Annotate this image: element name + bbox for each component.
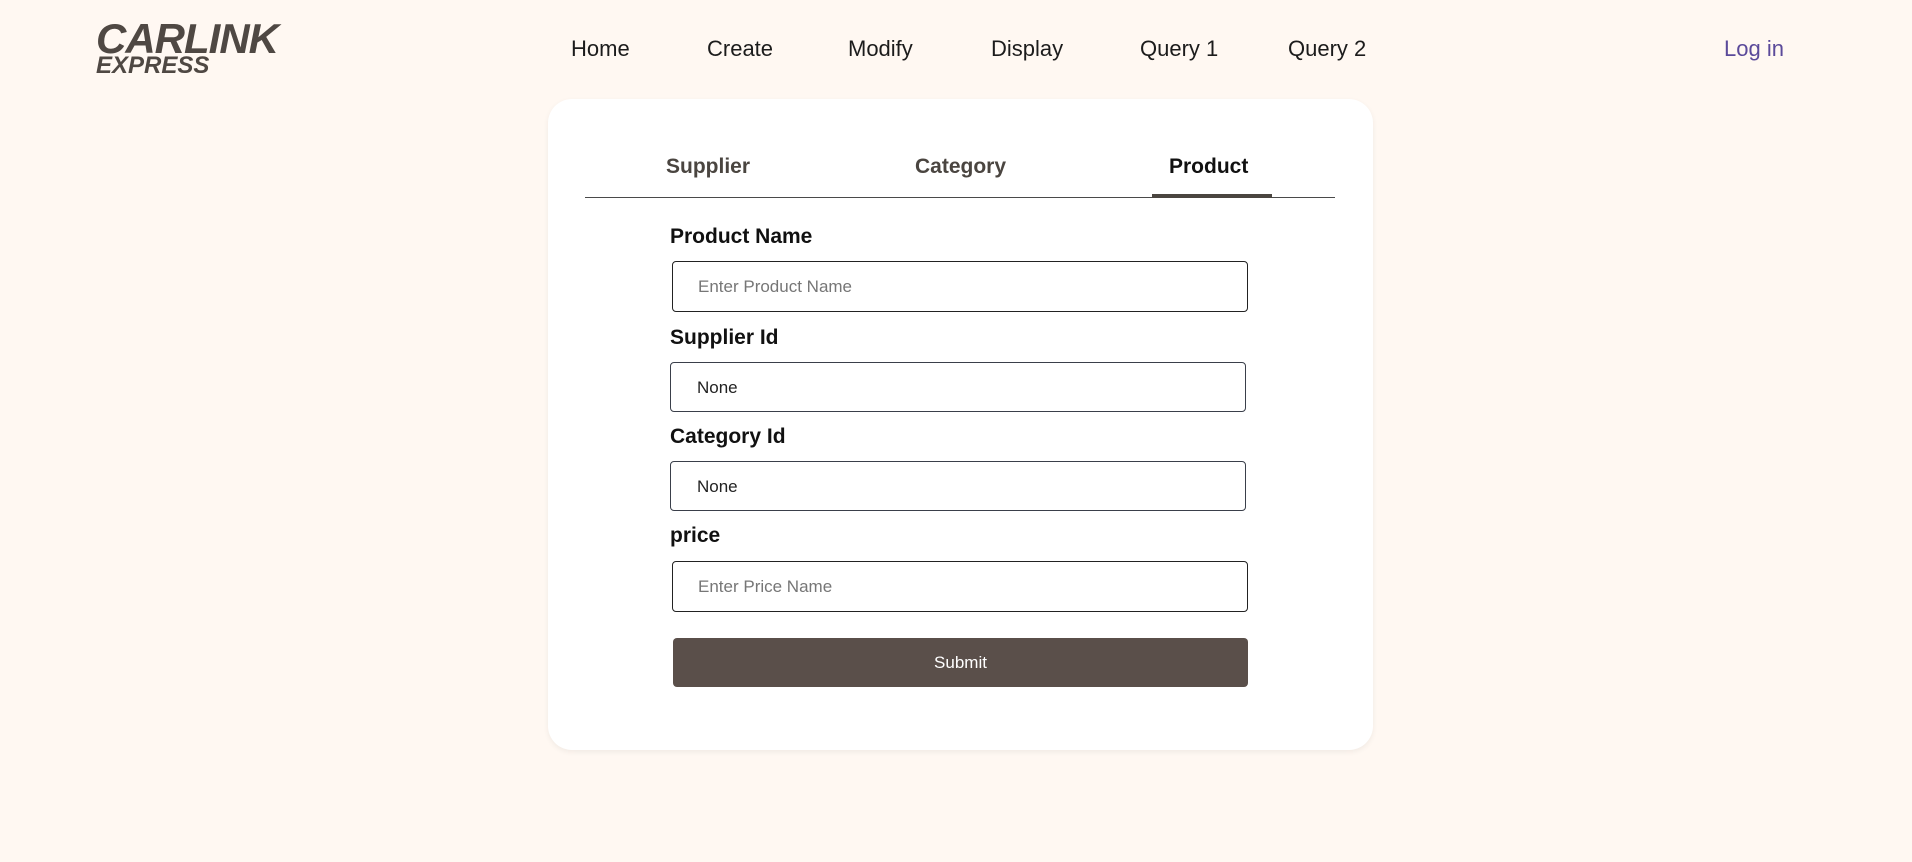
tab-bar: Supplier Category Product (585, 137, 1335, 198)
active-tab-indicator (1152, 194, 1272, 198)
tab-product[interactable]: Product (1169, 155, 1248, 179)
nav-query-2[interactable]: Query 2 (1288, 36, 1366, 62)
supplier-id-select[interactable]: None (670, 362, 1246, 412)
nav-home[interactable]: Home (571, 36, 630, 62)
submit-button[interactable]: Submit (673, 638, 1248, 687)
login-link[interactable]: Log in (1724, 36, 1784, 62)
header: CARLINK EXPRESS Home Create Modify Displ… (0, 0, 1912, 100)
supplier-id-label: Supplier Id (670, 326, 779, 349)
category-id-label: Category Id (670, 425, 786, 448)
category-id-selected-value: None (697, 477, 738, 496)
form-card: Supplier Category Product Product Name S… (548, 99, 1373, 750)
product-name-input[interactable] (672, 261, 1248, 312)
product-name-label: Product Name (670, 225, 813, 248)
nav-query-1[interactable]: Query 1 (1140, 36, 1218, 62)
tab-supplier[interactable]: Supplier (666, 155, 750, 179)
nav-create[interactable]: Create (707, 36, 773, 62)
tab-category[interactable]: Category (915, 155, 1006, 179)
nav-display[interactable]: Display (991, 36, 1063, 62)
price-input[interactable] (672, 561, 1248, 612)
supplier-id-selected-value: None (697, 378, 738, 397)
main-nav: Home Create Modify Display Query 1 Query… (0, 36, 1912, 66)
price-label: price (670, 524, 721, 547)
category-id-select[interactable]: None (670, 461, 1246, 511)
nav-modify[interactable]: Modify (848, 36, 913, 62)
